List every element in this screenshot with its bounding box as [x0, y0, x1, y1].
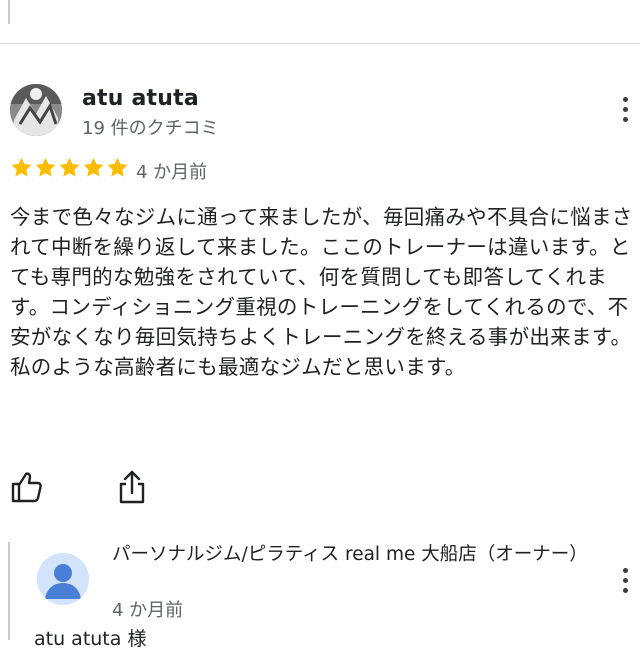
owner-reply-text: atu atuta 様 [34, 628, 147, 650]
star-rating [10, 156, 130, 179]
review-text: 今まで色々なジムに通って来ましたが、毎回痛みや不具合に悩まされて中断を繰り返して… [10, 205, 633, 379]
star-icon [11, 157, 32, 177]
thumbs-up-icon [11, 472, 42, 503]
star-icon [59, 157, 80, 177]
person-icon [37, 553, 89, 605]
share-icon [119, 470, 145, 504]
reviewer-name[interactable]: atu atuta [82, 86, 199, 111]
star-icon [107, 157, 128, 177]
owner-reply-border [8, 542, 10, 640]
star-icon [35, 157, 56, 177]
review-more-options-icon[interactable] [620, 97, 630, 127]
owner-avatar [37, 553, 89, 605]
reviewer-avatar[interactable] [10, 84, 62, 136]
star-icon [83, 157, 104, 177]
previous-review-border [8, 0, 10, 24]
review-divider [0, 43, 640, 44]
reviewer-review-count: 19 件のクチコミ [82, 118, 219, 139]
owner-reply-date: 4 か月前 [112, 600, 184, 621]
like-button[interactable] [10, 470, 44, 504]
owner-name: パーソナルジム/ピラティス real me 大船店（オーナー） [112, 544, 588, 565]
review-date: 4 か月前 [136, 162, 208, 183]
share-button[interactable] [117, 469, 147, 505]
reply-more-options-icon[interactable] [620, 568, 630, 598]
